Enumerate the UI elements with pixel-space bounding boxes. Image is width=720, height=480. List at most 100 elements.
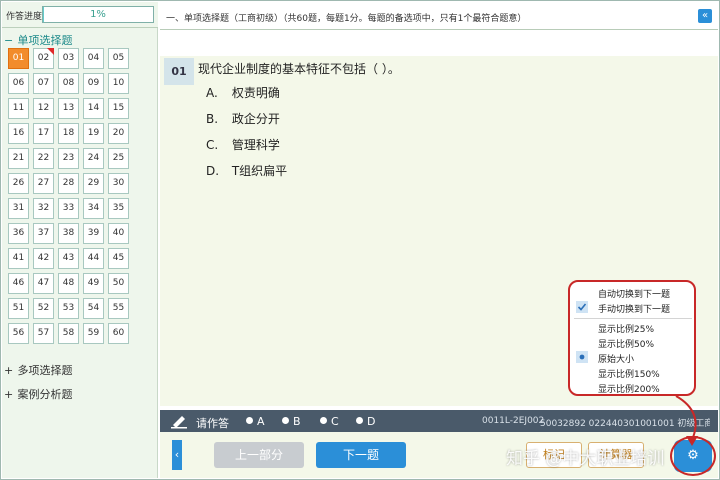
menu-zoom-150[interactable]: 显示比例150%: [574, 366, 692, 381]
question-cell[interactable]: 15: [108, 98, 129, 119]
question-cell[interactable]: 40: [108, 223, 129, 244]
question-cell[interactable]: 25: [108, 148, 129, 169]
question-cell[interactable]: 32: [33, 198, 54, 219]
question-cell[interactable]: 17: [33, 123, 54, 144]
question-cell[interactable]: 38: [58, 223, 79, 244]
menu-auto-next[interactable]: 自动切换到下一题: [574, 286, 692, 301]
question-cell[interactable]: 19: [83, 123, 104, 144]
question-cell[interactable]: 37: [33, 223, 54, 244]
question-cell[interactable]: 35: [108, 198, 129, 219]
double-chevron-up-icon[interactable]: «: [698, 9, 712, 23]
exam-code: 0011L-2EJ002: [482, 416, 545, 426]
question-cell[interactable]: 26: [8, 173, 29, 194]
question-cell[interactable]: 23: [58, 148, 79, 169]
question-cell[interactable]: 45: [108, 248, 129, 269]
radio-icon: [246, 417, 253, 424]
option-a[interactable]: A. 权责明确: [206, 84, 280, 101]
question-cell[interactable]: 30: [108, 173, 129, 194]
progress-label: 作答进度:: [6, 12, 46, 22]
question-cell[interactable]: 33: [58, 198, 79, 219]
question-cell[interactable]: 06: [8, 73, 29, 94]
question-cell[interactable]: 12: [33, 98, 54, 119]
answer-choice-c[interactable]: C: [320, 415, 339, 428]
question-cell[interactable]: 36: [8, 223, 29, 244]
question-cell[interactable]: 27: [33, 173, 54, 194]
question-cell[interactable]: 10: [108, 73, 129, 94]
question-cell[interactable]: 54: [83, 298, 104, 319]
question-cell[interactable]: 48: [58, 273, 79, 294]
question-cell[interactable]: 46: [8, 273, 29, 294]
chevron-left-icon[interactable]: ‹: [172, 440, 182, 470]
question-cell[interactable]: 59: [83, 323, 104, 344]
option-b[interactable]: B. 政企分开: [206, 110, 280, 127]
option-letter: A.: [206, 86, 218, 100]
question-cell[interactable]: 14: [83, 98, 104, 119]
option-text: 管理科学: [231, 138, 280, 152]
question-cell[interactable]: 43: [58, 248, 79, 269]
question-cell[interactable]: 39: [83, 223, 104, 244]
menu-zoom-50[interactable]: 显示比例50%: [574, 336, 692, 351]
question-cell[interactable]: 49: [83, 273, 104, 294]
section-single-choice[interactable]: − 单项选择题: [4, 32, 73, 48]
question-cell[interactable]: 20: [108, 123, 129, 144]
option-letter: D.: [206, 164, 220, 178]
bullet-icon: [576, 351, 588, 363]
question-grid: 01 02 03 04 05 06 07 08 09 10 11 12 13 14 15 16 17 18 19 20…: [8, 48, 140, 344]
question-cell[interactable]: 13: [58, 98, 79, 119]
expand-sign-icon: +: [4, 364, 14, 377]
question-cell[interactable]: 28: [58, 173, 79, 194]
question-cell[interactable]: 41: [8, 248, 29, 269]
option-c[interactable]: C. 管理科学: [206, 136, 280, 153]
option-text: 政企分开: [231, 112, 280, 126]
question-cell[interactable]: 53: [58, 298, 79, 319]
blank-icon: [576, 336, 588, 348]
question-cell[interactable]: 22: [33, 148, 54, 169]
answer-choice-b[interactable]: B: [282, 415, 301, 428]
question-cell[interactable]: 47: [33, 273, 54, 294]
question-cell[interactable]: 29: [83, 173, 104, 194]
progress-row: 作答进度: 1%: [2, 2, 158, 28]
choice-label: C: [331, 415, 339, 428]
section-case-analysis[interactable]: + 案例分析题: [4, 386, 73, 402]
question-cell[interactable]: 51: [8, 298, 29, 319]
answer-choice-d[interactable]: D: [356, 415, 375, 428]
question-cell[interactable]: 07: [33, 73, 54, 94]
menu-original-size[interactable]: 原始大小: [574, 351, 692, 366]
question-cell[interactable]: 58: [58, 323, 79, 344]
question-cell[interactable]: 08: [58, 73, 79, 94]
question-cell[interactable]: 57: [33, 323, 54, 344]
question-cell[interactable]: 42: [33, 248, 54, 269]
question-cell[interactable]: 11: [8, 98, 29, 119]
question-cell[interactable]: 03: [58, 48, 79, 69]
question-cell[interactable]: 01: [8, 48, 29, 69]
menu-item-label: 显示比例150%: [598, 370, 660, 380]
menu-item-label: 手动切换到下一题: [598, 305, 671, 315]
question-cell[interactable]: 24: [83, 148, 104, 169]
question-cell[interactable]: 52: [33, 298, 54, 319]
question-cell[interactable]: 02: [33, 48, 54, 69]
question-cell[interactable]: 21: [8, 148, 29, 169]
menu-item-label: 原始大小: [598, 355, 635, 365]
question-cell[interactable]: 16: [8, 123, 29, 144]
question-cell[interactable]: 34: [83, 198, 104, 219]
next-question-button[interactable]: 下一题: [316, 442, 406, 468]
prev-section-button[interactable]: 上一部分: [214, 442, 304, 468]
question-cell[interactable]: 60: [108, 323, 129, 344]
question-cell[interactable]: 31: [8, 198, 29, 219]
question-cell[interactable]: 09: [83, 73, 104, 94]
question-cell[interactable]: 56: [8, 323, 29, 344]
question-cell[interactable]: 04: [83, 48, 104, 69]
question-cell[interactable]: 44: [83, 248, 104, 269]
option-d[interactable]: D. T组织扁平: [206, 162, 287, 179]
answer-choice-a[interactable]: A: [246, 415, 265, 428]
question-cell[interactable]: 50: [108, 273, 129, 294]
question-cell[interactable]: 18: [58, 123, 79, 144]
section-header-bar: 一、单项选择题（工商初级）（共60题，每题1分。每题的备选项中，只有1个最符合题…: [160, 2, 718, 30]
question-number: 01: [164, 58, 194, 85]
menu-zoom-25[interactable]: 显示比例25%: [574, 321, 692, 336]
question-cell[interactable]: 55: [108, 298, 129, 319]
section-multi-choice[interactable]: + 多项选择题: [4, 362, 73, 378]
question-cell[interactable]: 05: [108, 48, 129, 69]
menu-zoom-200[interactable]: 显示比例200%: [574, 381, 692, 396]
menu-manual-next[interactable]: 手动切换到下一题: [574, 301, 692, 316]
